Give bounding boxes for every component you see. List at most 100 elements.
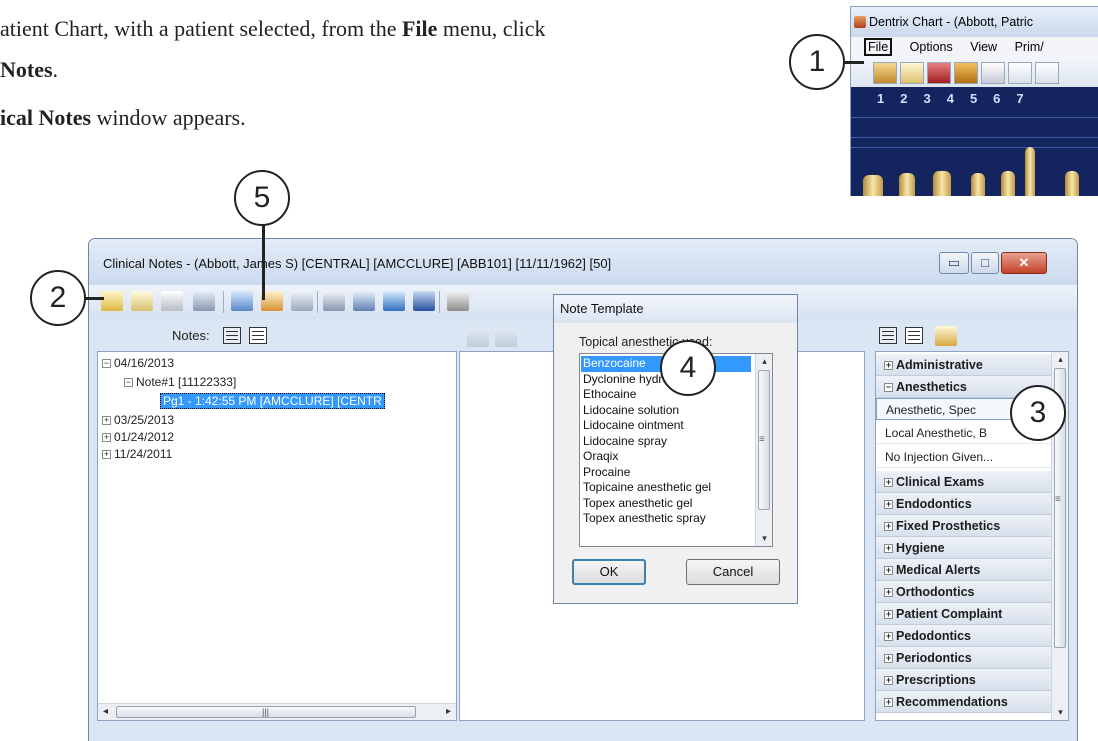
template-label[interactable]: Anesthetic, Spec bbox=[886, 403, 976, 417]
category-label[interactable]: Clinical Exams bbox=[896, 475, 984, 489]
list-item[interactable]: Lidocaine solution bbox=[581, 403, 756, 419]
category-label[interactable]: Fixed Prosthetics bbox=[896, 519, 1000, 533]
category-label[interactable]: Administrative bbox=[896, 358, 983, 372]
category-label[interactable]: Recommendations bbox=[896, 695, 1008, 709]
options-menu[interactable]: Options bbox=[910, 40, 953, 54]
tree-note-node[interactable]: − Note#1 [11122333] bbox=[124, 375, 236, 390]
template-setup-icon[interactable] bbox=[935, 326, 957, 346]
list-item[interactable]: Ethocaine bbox=[581, 387, 756, 403]
scroll-up-icon[interactable]: ▴ bbox=[756, 356, 772, 367]
template-item[interactable]: No Injection Given... bbox=[876, 446, 1052, 468]
category-administrative[interactable]: + Administrative bbox=[876, 354, 1052, 376]
tree-date-label[interactable]: 04/16/2013 bbox=[114, 356, 174, 370]
view-menu[interactable]: View bbox=[970, 40, 997, 54]
tooth[interactable] bbox=[1025, 147, 1035, 196]
category-periodontics[interactable]: + Periodontics bbox=[876, 647, 1052, 669]
expand-icon[interactable]: + bbox=[102, 450, 111, 459]
category-label[interactable]: Endodontics bbox=[896, 497, 972, 511]
list-item[interactable]: Oraqix bbox=[581, 449, 756, 465]
close-button[interactable]: ✕ bbox=[1001, 252, 1047, 274]
file-menu[interactable]: File bbox=[864, 38, 893, 56]
new-note-icon[interactable] bbox=[101, 291, 123, 311]
tree-date-node[interactable]: +03/25/2013 bbox=[102, 413, 174, 428]
tree-date-node[interactable]: +11/24/2011 bbox=[102, 447, 172, 462]
list-item[interactable]: Topex anesthetic spray bbox=[581, 511, 756, 527]
expand-all-icon[interactable] bbox=[223, 327, 241, 344]
category-medical-alerts[interactable]: + Medical Alerts bbox=[876, 559, 1052, 581]
expand-icon[interactable]: + bbox=[884, 610, 893, 619]
scroll-down-icon[interactable]: ▾ bbox=[1052, 707, 1068, 718]
minimize-button[interactable]: ▭ bbox=[939, 252, 969, 274]
copy-tool-icon[interactable] bbox=[495, 327, 517, 347]
scroll-down-icon[interactable]: ▾ bbox=[756, 533, 772, 544]
tree-date-label[interactable]: 01/24/2012 bbox=[114, 430, 174, 444]
category-label[interactable]: Anesthetics bbox=[896, 380, 967, 394]
tooth[interactable] bbox=[933, 171, 951, 196]
chair-icon[interactable] bbox=[954, 62, 978, 84]
expand-icon[interactable]: + bbox=[884, 588, 893, 597]
tooth[interactable] bbox=[971, 173, 985, 196]
tooth[interactable] bbox=[1001, 171, 1015, 196]
expand-icon[interactable]: + bbox=[884, 544, 893, 553]
category-label[interactable]: Medical Alerts bbox=[896, 563, 980, 577]
list-item[interactable]: Lidocaine ointment bbox=[581, 418, 756, 434]
tree-date-node[interactable]: −04/16/2013 bbox=[102, 356, 174, 371]
expand-icon[interactable]: + bbox=[884, 500, 893, 509]
category-clinical-exams[interactable]: + Clinical Exams bbox=[876, 471, 1052, 493]
calendar-icon[interactable] bbox=[323, 291, 345, 311]
scroll-up-icon[interactable]: ▴ bbox=[1052, 354, 1068, 365]
tree-page-label[interactable]: Pg1 - 1:42:55 PM [AMCCLURE] [CENTR bbox=[160, 393, 385, 409]
list-vertical-scrollbar[interactable]: ▴ ≡ ▾ bbox=[755, 354, 772, 546]
category-label[interactable]: Prescriptions bbox=[896, 673, 976, 687]
provider-icon[interactable] bbox=[383, 291, 405, 311]
new-page-icon[interactable] bbox=[131, 291, 153, 311]
template-label[interactable]: No Injection Given... bbox=[885, 450, 993, 464]
clipboard-icon[interactable] bbox=[353, 291, 375, 311]
category-label[interactable]: Orthodontics bbox=[896, 585, 974, 599]
tooth[interactable] bbox=[863, 175, 883, 196]
category-label[interactable]: Hygiene bbox=[896, 541, 945, 555]
collapse-icon[interactable]: − bbox=[884, 383, 893, 392]
list-item[interactable]: Topex anesthetic gel bbox=[581, 496, 756, 512]
collapse-icon[interactable]: − bbox=[102, 359, 111, 368]
patient-icon[interactable] bbox=[873, 62, 897, 84]
category-endodontics[interactable]: + Endodontics bbox=[876, 493, 1052, 515]
expand-icon[interactable]: + bbox=[102, 433, 111, 442]
form-icon[interactable] bbox=[1035, 62, 1059, 84]
page-icon[interactable] bbox=[291, 291, 313, 311]
expand-icon[interactable]: + bbox=[884, 522, 893, 531]
eraser-icon[interactable] bbox=[161, 291, 183, 311]
expand-icon[interactable]: + bbox=[884, 478, 893, 487]
pen-icon[interactable] bbox=[981, 62, 1005, 84]
category-recommendations[interactable]: + Recommendations bbox=[876, 691, 1052, 713]
expand-icon[interactable]: + bbox=[884, 361, 893, 370]
notes-icon[interactable] bbox=[900, 62, 924, 84]
prim-menu[interactable]: Prim/ bbox=[1015, 40, 1044, 54]
list-item[interactable]: Procaine bbox=[581, 465, 756, 481]
expand-icon[interactable]: + bbox=[884, 698, 893, 707]
expand-icon[interactable]: + bbox=[884, 632, 893, 641]
print-icon[interactable] bbox=[447, 291, 469, 311]
scroll-right-icon[interactable]: ▸ bbox=[446, 704, 451, 719]
tree-horizontal-scrollbar[interactable]: ◂ ||| ▸ bbox=[98, 703, 456, 720]
expand-icon[interactable]: + bbox=[102, 416, 111, 425]
category-label[interactable]: Periodontics bbox=[896, 651, 972, 665]
tooth[interactable] bbox=[899, 173, 915, 196]
category-label[interactable]: Pedodontics bbox=[896, 629, 971, 643]
tree-date-label[interactable]: 03/25/2013 bbox=[114, 413, 174, 427]
category-pedodontics[interactable]: + Pedodontics bbox=[876, 625, 1052, 647]
pen-tool-icon[interactable] bbox=[467, 327, 489, 347]
collapse-all-icon[interactable] bbox=[249, 327, 267, 344]
ok-button[interactable]: OK bbox=[572, 559, 646, 585]
scroll-left-icon[interactable]: ◂ bbox=[103, 704, 108, 719]
expand-icon[interactable]: + bbox=[884, 654, 893, 663]
category-fixed-prosthetics[interactable]: + Fixed Prosthetics bbox=[876, 515, 1052, 537]
tree-note-label[interactable]: Note#1 [11122333] bbox=[136, 375, 236, 389]
category-prescriptions[interactable]: + Prescriptions bbox=[876, 669, 1052, 691]
category-patient-complaint[interactable]: + Patient Complaint bbox=[876, 603, 1052, 625]
window-icon[interactable] bbox=[1008, 62, 1032, 84]
cancel-button[interactable]: Cancel bbox=[686, 559, 780, 585]
category-orthodontics[interactable]: + Orthodontics bbox=[876, 581, 1052, 603]
category-hygiene[interactable]: + Hygiene bbox=[876, 537, 1052, 559]
tree-date-label[interactable]: 11/24/2011 bbox=[114, 447, 172, 461]
